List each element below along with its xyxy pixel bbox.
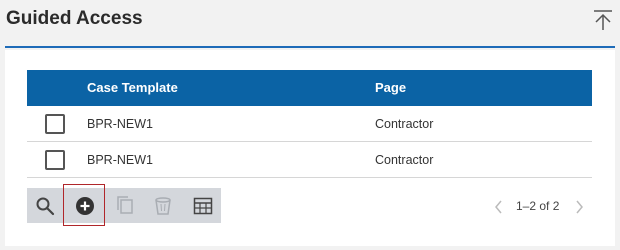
copy-icon bbox=[117, 196, 133, 214]
cell-page: Contractor bbox=[375, 153, 434, 167]
search-icon bbox=[36, 197, 55, 216]
collapse-button[interactable] bbox=[592, 8, 614, 32]
copy-button[interactable] bbox=[113, 194, 137, 218]
cell-case-template: BPR-NEW1 bbox=[87, 117, 153, 131]
cell-case-template: BPR-NEW1 bbox=[87, 153, 153, 167]
pagination: 1–2 of 2 bbox=[492, 198, 592, 216]
prev-page-button[interactable] bbox=[492, 198, 506, 216]
row-checkbox[interactable] bbox=[45, 114, 65, 134]
row-checkbox[interactable] bbox=[45, 150, 65, 170]
column-header-case-template[interactable]: Case Template bbox=[87, 80, 178, 95]
table-grid-icon bbox=[193, 197, 213, 215]
cell-page: Contractor bbox=[375, 117, 434, 131]
table-view-button[interactable] bbox=[191, 194, 215, 218]
page-title: Guided Access bbox=[6, 8, 143, 29]
chevron-right-icon bbox=[576, 200, 583, 214]
search-button[interactable] bbox=[33, 194, 57, 218]
table-toolbar bbox=[27, 188, 221, 223]
chevron-left-icon bbox=[495, 200, 502, 214]
page-range-label: 1–2 of 2 bbox=[516, 199, 560, 213]
trash-icon bbox=[155, 197, 171, 215]
header-divider bbox=[5, 46, 615, 48]
guided-access-panel: Case Template Page BPR-NEW1 Contractor B… bbox=[5, 50, 615, 246]
panel-header: Guided Access bbox=[0, 0, 620, 46]
column-header-page[interactable]: Page bbox=[375, 80, 406, 95]
table-header: Case Template Page bbox=[27, 70, 592, 106]
table-row[interactable]: BPR-NEW1 Contractor bbox=[27, 142, 592, 178]
arrow-up-to-top-icon bbox=[594, 10, 612, 30]
delete-button[interactable] bbox=[151, 194, 175, 218]
next-page-button[interactable] bbox=[572, 198, 586, 216]
case-template-table: Case Template Page BPR-NEW1 Contractor B… bbox=[27, 70, 592, 178]
table-row[interactable]: BPR-NEW1 Contractor bbox=[27, 106, 592, 142]
add-button-highlight bbox=[63, 184, 105, 226]
